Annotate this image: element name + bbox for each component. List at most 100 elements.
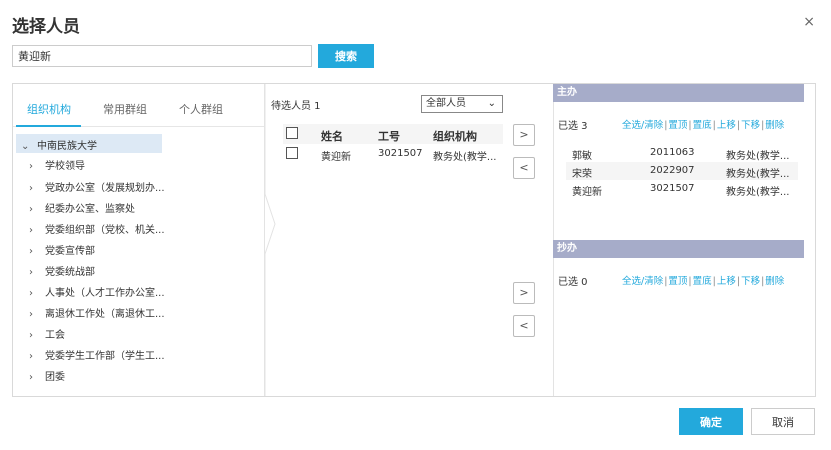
cc-section-header: 抄办 — [553, 240, 804, 258]
row-name: 黄迎新 — [572, 187, 602, 198]
tab-common-groups[interactable]: 常用群组 — [103, 101, 147, 117]
org-tree-panel: 组织机构 常用群组 个人群组 ⌄ 中南民族大学 › 学校领导 › 党政办公室（发展规划… — [13, 84, 265, 396]
tree-node[interactable]: › 团委 — [29, 368, 65, 383]
delete-link[interactable]: 删除 — [765, 276, 784, 287]
row-id: 2011063 — [650, 147, 695, 158]
row-org: 教务处(教学... — [726, 169, 790, 180]
tab-personal-groups[interactable]: 个人群组 — [179, 101, 223, 117]
row-id: 3021507 — [378, 148, 423, 159]
selected-panel: 主办 已选 3 全选/清除|置顶|置底|上移|下移|删除 郭敏 2011063 … — [553, 84, 817, 396]
cc-selected-count: 已选 0 — [558, 277, 588, 288]
move-top-link[interactable]: 置顶 — [668, 120, 687, 131]
active-tab-indicator — [16, 125, 81, 127]
tree-node-label: 党政办公室（发展规划办... — [45, 183, 165, 194]
person-filter-select[interactable]: 全部人员 ⌄ — [421, 95, 503, 113]
header-id: 工号 — [378, 130, 400, 143]
table-row[interactable]: 郭敏 2011063 教务处(教学... — [566, 144, 798, 162]
add-to-cc-button[interactable]: > — [513, 282, 535, 304]
select-all-clear-link[interactable]: 全选/清除 — [622, 276, 663, 287]
tree-node[interactable]: › 党委组织部（党校、机关... — [29, 221, 165, 236]
select-all-clear-link[interactable]: 全选/清除 — [622, 120, 663, 131]
cc-ops: 全选/清除|置顶|置底|上移|下移|删除 — [622, 276, 785, 287]
select-person-dialog: 选择人员 × 搜索 组织机构 常用群组 个人群组 ⌄中南民族大学 ›学校领导 ›… — [0, 0, 831, 450]
tree-node[interactable]: › 党委宣传部 — [29, 242, 95, 257]
chevron-right-icon[interactable]: › — [29, 351, 45, 362]
tree-node-label: 工会 — [45, 330, 65, 341]
move-up-link[interactable]: 上移 — [717, 276, 736, 287]
tree-node-label: 党委统战部 — [45, 267, 95, 278]
tree-node-label: 纪委办公室、监察处 — [45, 204, 135, 215]
chevron-right-icon[interactable]: › — [29, 372, 45, 383]
remove-from-main-button[interactable]: < — [513, 157, 535, 179]
row-org: 教务处(教学... — [726, 187, 790, 198]
tree-node[interactable]: › 人事处（人才工作办公室... — [29, 284, 165, 299]
tree-root-label: 中南民族大学 — [37, 141, 97, 152]
main-ops: 全选/清除|置顶|置底|上移|下移|删除 — [622, 120, 785, 131]
main-section-header: 主办 — [553, 84, 804, 102]
chevron-right-icon[interactable]: › — [29, 330, 45, 341]
tree-node-label: 离退休工作处（离退休工... — [45, 309, 165, 320]
search-button[interactable]: 搜索 — [318, 44, 374, 68]
move-bottom-link[interactable]: 置底 — [693, 120, 712, 131]
chevron-right-icon[interactable]: › — [29, 225, 45, 236]
chevron-down-icon[interactable]: ⌄ — [21, 141, 37, 152]
tree-node-label: 团委 — [45, 372, 65, 383]
chevron-right-icon[interactable]: › — [29, 267, 45, 278]
row-id: 2022907 — [650, 165, 695, 176]
row-org: 教务处(教学... — [726, 151, 790, 162]
tree-node[interactable]: › 纪委办公室、监察处 — [29, 200, 135, 215]
tree-node[interactable]: › 党委统战部 — [29, 263, 95, 278]
tree-node-label: 党委学生工作部（学生工... — [45, 351, 165, 362]
tree-node[interactable]: › 离退休工作处（离退休工... — [29, 305, 165, 320]
tree-node-label: 党委组织部（党校、机关... — [45, 225, 165, 236]
close-icon[interactable]: × — [803, 14, 815, 30]
main-selected-count: 已选 3 — [558, 121, 588, 132]
chevron-right-icon[interactable]: › — [29, 309, 45, 320]
dialog-title: 选择人员 — [12, 17, 80, 37]
chevron-down-icon: ⌄ — [487, 98, 496, 109]
tree-node[interactable]: › 工会 — [29, 326, 65, 341]
pending-table-header: 姓名 工号 组织机构 — [283, 124, 503, 144]
chevron-right-icon[interactable]: › — [29, 204, 45, 215]
move-up-link[interactable]: 上移 — [717, 120, 736, 131]
tree-node-label: 学校领导 — [45, 161, 85, 172]
tab-org[interactable]: 组织机构 — [27, 101, 71, 117]
tree-node[interactable]: › 学校领导 — [29, 157, 85, 172]
pending-panel: 待选人员 1 全部人员 ⌄ 姓名 工号 组织机构 黄迎新 3021507 教务处… — [271, 84, 503, 396]
move-down-link[interactable]: 下移 — [741, 120, 760, 131]
tree-node-label: 党委宣传部 — [45, 246, 95, 257]
selection-panel: 组织机构 常用群组 个人群组 ⌄ 中南民族大学 › 学校领导 › 党政办公室（发展规划… — [12, 83, 816, 397]
pending-table: 姓名 工号 组织机构 黄迎新 3021507 教务处(教学... — [283, 124, 503, 164]
person-filter-value: 全部人员 — [426, 98, 466, 109]
move-down-link[interactable]: 下移 — [741, 276, 760, 287]
table-row[interactable]: 黄迎新 3021507 教务处(教学... — [283, 144, 503, 164]
pending-count: 待选人员 1 — [271, 101, 321, 112]
chevron-right-icon[interactable]: › — [29, 288, 45, 299]
select-all-checkbox[interactable] — [286, 127, 298, 139]
tree-root-node[interactable]: ⌄ 中南民族大学 — [21, 137, 97, 152]
delete-link[interactable]: 删除 — [765, 120, 784, 131]
chevron-right-icon[interactable]: › — [29, 161, 45, 172]
table-row[interactable]: 宋荣 2022907 教务处(教学... — [566, 162, 798, 180]
row-checkbox[interactable] — [286, 147, 298, 159]
move-top-link[interactable]: 置顶 — [668, 276, 687, 287]
add-to-main-button[interactable]: > — [513, 124, 535, 146]
main-selected-table: 郭敏 2011063 教务处(教学... 宋荣 2022907 教务处(教学..… — [566, 144, 798, 198]
row-name: 黄迎新 — [321, 152, 351, 163]
search-input[interactable] — [12, 45, 312, 67]
move-bottom-link[interactable]: 置底 — [693, 276, 712, 287]
cancel-button[interactable]: 取消 — [751, 408, 815, 435]
ok-button[interactable]: 确定 — [679, 408, 743, 435]
tree-node[interactable]: › 党政办公室（发展规划办... — [29, 179, 165, 194]
chevron-right-icon[interactable]: › — [29, 246, 45, 257]
row-org: 教务处(教学... — [433, 152, 497, 163]
remove-from-cc-button[interactable]: < — [513, 315, 535, 337]
header-name: 姓名 — [321, 130, 343, 143]
chevron-right-icon[interactable]: › — [29, 183, 45, 194]
tree-node-label: 人事处（人才工作办公室... — [45, 288, 165, 299]
row-name: 郭敏 — [572, 151, 592, 162]
header-org: 组织机构 — [433, 130, 477, 143]
table-row[interactable]: 黄迎新 3021507 教务处(教学... — [566, 180, 798, 198]
tree-node[interactable]: › 党委学生工作部（学生工... — [29, 347, 165, 362]
row-id: 3021507 — [650, 183, 695, 194]
